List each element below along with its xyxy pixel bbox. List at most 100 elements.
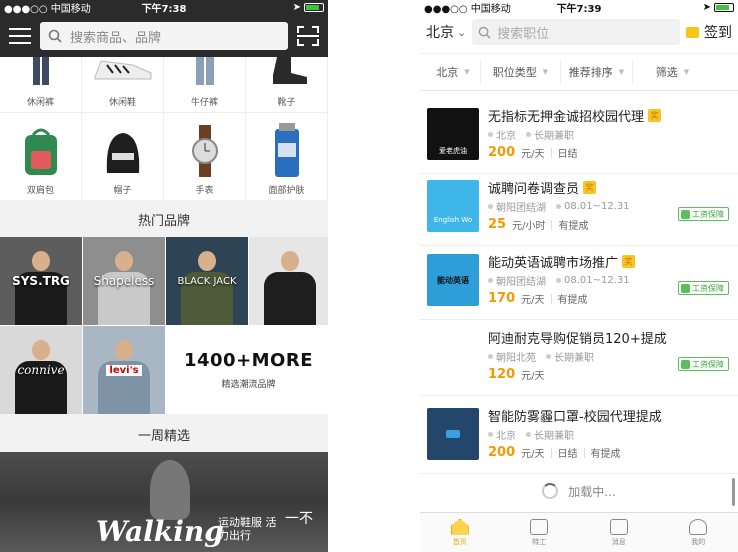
location-pin-icon [488, 432, 493, 437]
top-bar: 搜索商品、品牌 [0, 15, 328, 57]
location-pin-icon [488, 204, 493, 209]
search-placeholder: 搜索职位 [497, 26, 550, 42]
chevron-down-icon: ⌄ [457, 25, 467, 39]
tab-home[interactable]: 首页 [420, 513, 500, 552]
triangle-down-icon: ▼ [464, 68, 470, 76]
jeans-icon [195, 57, 214, 85]
home-icon [450, 518, 469, 535]
wage-guarantee-badge: 工资保障 [678, 357, 729, 371]
boot-icon [272, 57, 307, 84]
banner-word: Walking [96, 515, 224, 548]
backpack-icon [24, 128, 57, 175]
brand-tile-levis[interactable]: levi's [83, 326, 165, 414]
job-title: 无指标无押金诚招校园代理奖 [488, 106, 662, 125]
hot-brands-title: 热门品牌 [0, 201, 328, 237]
category-backpack[interactable]: 双肩包 [0, 113, 82, 201]
brand-count: 1400+MORE [183, 350, 314, 371]
clock-icon [546, 354, 551, 359]
user-icon [689, 518, 708, 535]
job-title: 智能防雾霾口罩-校园代理提成 [488, 410, 662, 425]
filter-more[interactable]: 筛选 ▼ [633, 61, 712, 83]
reward-badge: 奖 [583, 181, 597, 194]
wage-guarantee-badge: 工资保障 [678, 207, 729, 221]
category-casual-pants[interactable]: 休闲裤 [0, 57, 82, 113]
more-brands-tile[interactable]: 1400+MORE 精选潮流品牌 [166, 326, 328, 414]
brand-tile-connive[interactable]: connive [0, 326, 82, 414]
brand-tile-4[interactable] [249, 237, 328, 325]
beanie-icon [106, 133, 139, 173]
banner-image [150, 460, 190, 520]
model-image [264, 251, 316, 325]
job-search-input[interactable]: 搜索职位 [472, 19, 680, 45]
tab-agent[interactable]: 特工 [500, 513, 580, 552]
clock-icon [526, 432, 531, 437]
clock-icon [556, 278, 561, 283]
triangle-down-icon: ▼ [618, 68, 625, 76]
model-image [15, 251, 67, 325]
tab-messages[interactable]: 消息 [579, 513, 659, 552]
category-boots[interactable]: 靴子 [246, 57, 328, 113]
job-meta: 朝阳团结湖 08.01~12.31 [488, 273, 630, 288]
location-pin-icon [488, 278, 493, 283]
model-image [181, 251, 233, 325]
job-meta: 北京 长期兼职 [488, 427, 574, 442]
location-icon: ➤ [292, 2, 301, 13]
job-meta: 朝阳北苑 长期兼职 [488, 349, 594, 364]
category-hat[interactable]: 帽子 [82, 113, 164, 201]
job-pay: 200 元/天 日结 [488, 145, 578, 160]
job-title: 阿迪耐克导购促销员120+提成 [488, 332, 667, 347]
scan-icon[interactable] [297, 26, 319, 46]
filter-sort[interactable]: 推荐排序 ▼ [561, 61, 633, 83]
shield-icon [681, 359, 690, 369]
brand-tile-systrg[interactable]: SYS.TRG [0, 237, 82, 325]
search-input[interactable]: 搜索商品、品牌 [40, 22, 288, 50]
battery-icon [304, 3, 324, 12]
job-card[interactable]: 智能防雾霾口罩-校园代理提成 北京 长期兼职 200 元/天 日结 有提成 [420, 402, 738, 474]
filter-city[interactable]: 北京 ▼ [426, 61, 481, 83]
message-icon [609, 518, 628, 535]
checkin-button[interactable]: 签到 [686, 22, 732, 42]
category-watch[interactable]: 手表 [164, 113, 246, 201]
status-bar: ●●●○○ 中国移动 下午7:38 ➤ [0, 0, 328, 15]
tab-profile[interactable]: 我的 [659, 513, 738, 552]
city-selector[interactable]: 北京 ⌄ [426, 22, 466, 42]
job-pay: 25 元/小时 有提成 [488, 217, 589, 232]
left-phone-screen: ●●●○○ 中国移动 下午7:38 ➤ 搜索商品、品牌 休闲裤 休闲鞋 牛仔裤 [0, 0, 328, 552]
category-casual-shoes[interactable]: 休闲鞋 [82, 57, 164, 113]
job-card[interactable]: English Wo 诚聘问卷调查员奖 朝阳团结湖 08.01~12.31 25… [420, 174, 738, 246]
filter-job-type[interactable]: 职位类型 ▼ [481, 61, 561, 83]
skincare-bottle-icon [274, 123, 299, 177]
shield-icon [681, 283, 690, 293]
wage-guarantee-badge: 工资保障 [678, 281, 729, 295]
triangle-down-icon: ▼ [542, 68, 549, 76]
job-card[interactable]: 阿迪耐克导购促销员120+提成 朝阳北苑 长期兼职 120 元/天 工资保障 [420, 324, 738, 396]
loading-indicator: 加载中... [420, 472, 738, 510]
job-pay: 200 元/天 日结 有提成 [488, 445, 621, 460]
category-jeans[interactable]: 牛仔裤 [164, 57, 246, 113]
search-placeholder: 搜索商品、品牌 [70, 30, 162, 46]
calendar-icon [686, 26, 699, 38]
weekly-banner[interactable]: Walking 运动鞋服 活力出行 一不 [0, 452, 328, 552]
job-card[interactable]: 爱老虎油 无指标无押金诚招校园代理奖 北京 长期兼职 200 元/天 日结 [420, 102, 738, 174]
location-pin-icon [488, 354, 493, 359]
job-title: 能动英语诚聘市场推广奖 [488, 252, 636, 271]
weekly-picks-title: 一周精选 [0, 416, 328, 452]
triangle-down-icon: ▼ [683, 68, 690, 76]
shield-icon [681, 209, 690, 219]
model-image [98, 251, 150, 325]
scrollbar[interactable] [732, 478, 735, 506]
brand-tile-shapeless[interactable]: Shapeless [83, 237, 165, 325]
clock-icon [556, 204, 561, 209]
menu-icon[interactable] [9, 28, 31, 44]
brand-tile-blackjack[interactable]: BLACK JACK [166, 237, 248, 325]
brand-grid: SYS.TRG Shapeless BLACK JACK connive lev… [0, 237, 328, 414]
company-logo: English Wo [427, 180, 479, 232]
model-image [15, 340, 67, 414]
model-image [98, 340, 150, 414]
spinner-icon [542, 483, 559, 499]
job-card[interactable]: 能动英语 能动英语诚聘市场推广奖 朝阳团结湖 08.01~12.31 170 元/… [420, 248, 738, 320]
category-skincare[interactable]: 面部护肤 [246, 113, 328, 201]
job-title: 诚聘问卷调查员奖 [488, 178, 597, 197]
category-row-1: 休闲裤 休闲鞋 牛仔裤 靴子 [0, 57, 328, 113]
reward-badge: 奖 [648, 109, 662, 122]
